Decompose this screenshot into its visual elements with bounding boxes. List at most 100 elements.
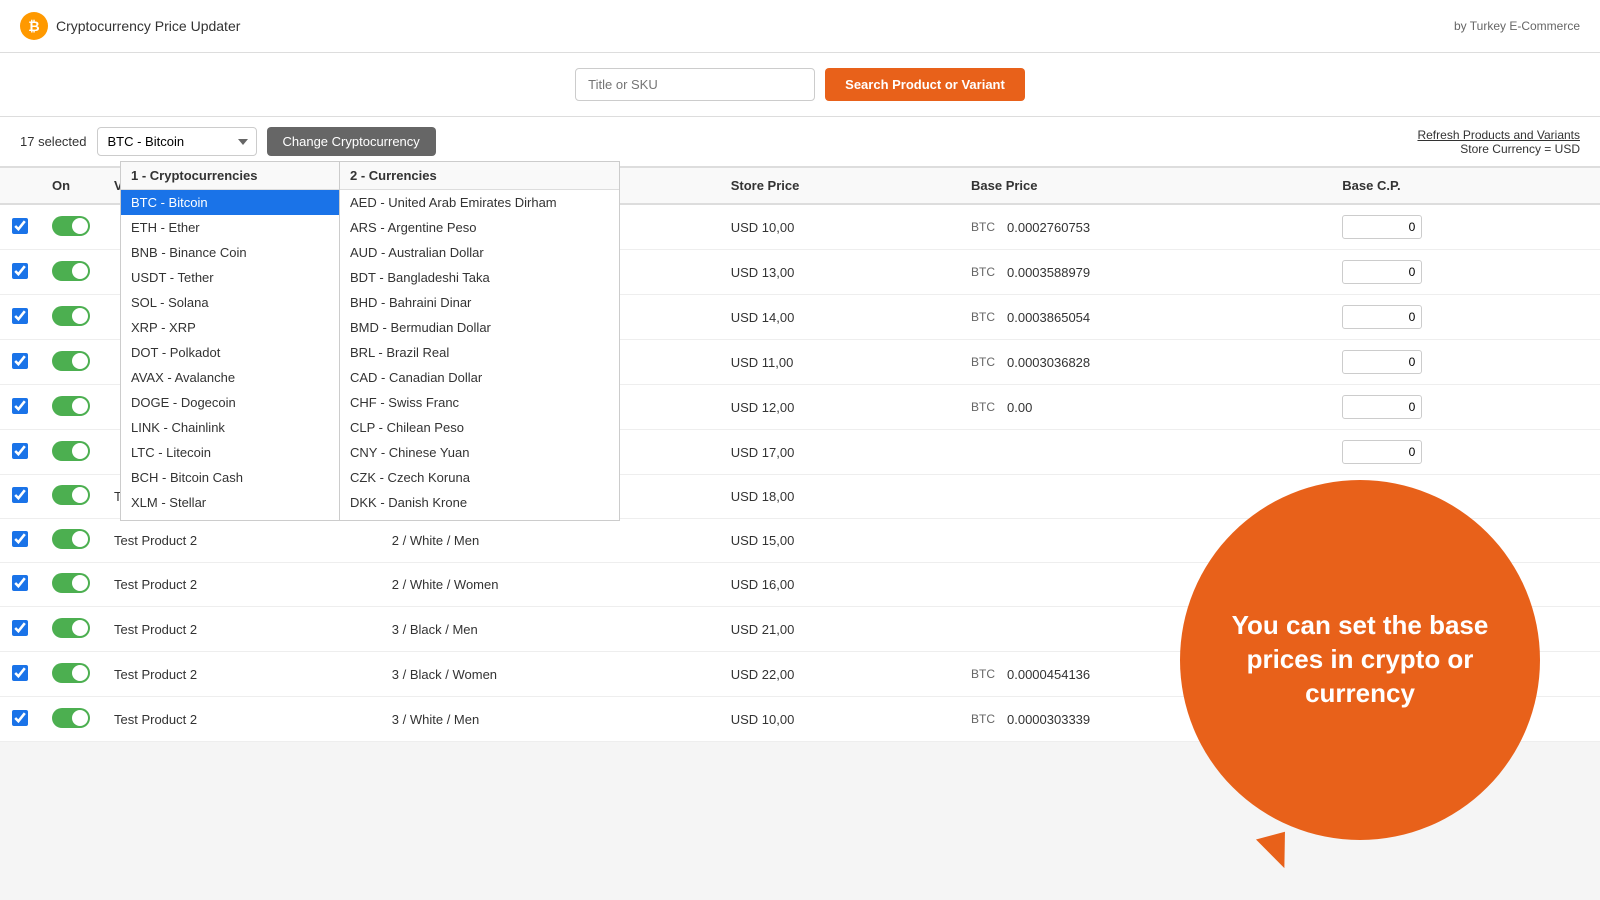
row-base-cp[interactable] [1330, 250, 1600, 295]
refresh-link[interactable]: Refresh Products and Variants [1417, 128, 1580, 142]
row-store-price: USD 15,00 [719, 519, 959, 563]
search-button[interactable]: Search Product or Variant [825, 68, 1025, 101]
crypto-list-item[interactable]: USDT - Tether [121, 265, 339, 290]
row-base-cp-input[interactable] [1342, 395, 1422, 419]
row-toggle-cell[interactable] [40, 607, 102, 652]
crypto-list-item[interactable]: BTC - Bitcoin [121, 190, 339, 215]
row-checkbox[interactable] [12, 710, 28, 726]
row-checkbox[interactable] [12, 398, 28, 414]
row-toggle[interactable] [52, 351, 90, 371]
row-checkbox[interactable] [12, 218, 28, 234]
row-base-cp[interactable] [1330, 295, 1600, 340]
row-base-cp[interactable] [1330, 385, 1600, 430]
currency-items[interactable]: AED - United Arab Emirates DirhamARS - A… [340, 190, 619, 521]
row-checkbox[interactable] [12, 531, 28, 547]
row-toggle[interactable] [52, 708, 90, 728]
search-input[interactable] [575, 68, 815, 101]
row-checkbox-cell[interactable] [0, 563, 40, 607]
row-checkbox-cell[interactable] [0, 519, 40, 563]
row-checkbox[interactable] [12, 263, 28, 279]
crypto-dropdown-list[interactable]: 1 - Cryptocurrencies BTC - BitcoinETH - … [120, 161, 340, 521]
row-toggle[interactable] [52, 396, 90, 416]
currency-list-item[interactable]: EUR - Euro [340, 515, 619, 521]
row-checkbox[interactable] [12, 620, 28, 636]
row-checkbox-cell[interactable] [0, 475, 40, 519]
row-checkbox-cell[interactable] [0, 430, 40, 475]
row-checkbox-cell[interactable] [0, 385, 40, 430]
row-store-price: USD 13,00 [719, 250, 959, 295]
row-base-cp-input[interactable] [1342, 215, 1422, 239]
row-checkbox-cell[interactable] [0, 697, 40, 742]
crypto-select[interactable]: BTC - Bitcoin [97, 127, 257, 156]
crypto-list-item[interactable]: LTC - Litecoin [121, 440, 339, 465]
row-checkbox[interactable] [12, 443, 28, 459]
currency-list-item[interactable]: BHD - Bahraini Dinar [340, 290, 619, 315]
crypto-list-item[interactable]: DOT - Polkadot [121, 340, 339, 365]
row-base-cp[interactable] [1330, 430, 1600, 475]
row-checkbox[interactable] [12, 308, 28, 324]
crypto-list-item[interactable]: ETH - Ether [121, 215, 339, 240]
row-toggle-cell[interactable] [40, 519, 102, 563]
crypto-list-item[interactable]: BCH - Bitcoin Cash [121, 465, 339, 490]
row-checkbox-cell[interactable] [0, 295, 40, 340]
crypto-list-item[interactable]: DOGE - Dogecoin [121, 390, 339, 415]
crypto-list-item[interactable]: SOL - Solana [121, 290, 339, 315]
row-toggle-cell[interactable] [40, 295, 102, 340]
crypto-list-item[interactable]: ETC - Ethereum Classic [121, 515, 339, 521]
currency-list-item[interactable]: CLP - Chilean Peso [340, 415, 619, 440]
currency-list-item[interactable]: BMD - Bermudian Dollar [340, 315, 619, 340]
change-cryptocurrency-button[interactable]: Change Cryptocurrency [267, 127, 436, 156]
row-toggle[interactable] [52, 618, 90, 638]
row-checkbox[interactable] [12, 487, 28, 503]
currency-list-item[interactable]: CAD - Canadian Dollar [340, 365, 619, 390]
row-toggle-cell[interactable] [40, 563, 102, 607]
row-toggle[interactable] [52, 573, 90, 593]
crypto-items[interactable]: BTC - BitcoinETH - EtherBNB - Binance Co… [121, 190, 339, 521]
row-checkbox[interactable] [12, 575, 28, 591]
row-toggle-cell[interactable] [40, 430, 102, 475]
row-toggle-cell[interactable] [40, 385, 102, 430]
row-toggle-cell[interactable] [40, 204, 102, 250]
row-checkbox-cell[interactable] [0, 652, 40, 697]
crypto-list-item[interactable]: AVAX - Avalanche [121, 365, 339, 390]
row-toggle-cell[interactable] [40, 340, 102, 385]
row-checkbox[interactable] [12, 353, 28, 369]
crypto-list-item[interactable]: XLM - Stellar [121, 490, 339, 515]
crypto-list-item[interactable]: BNB - Binance Coin [121, 240, 339, 265]
currency-list-item[interactable]: CHF - Swiss Franc [340, 390, 619, 415]
row-checkbox-cell[interactable] [0, 607, 40, 652]
currency-list-item[interactable]: BRL - Brazil Real [340, 340, 619, 365]
row-checkbox-cell[interactable] [0, 250, 40, 295]
row-base-cp-input[interactable] [1342, 260, 1422, 284]
row-toggle-cell[interactable] [40, 652, 102, 697]
crypto-list-item[interactable]: XRP - XRP [121, 315, 339, 340]
row-toggle[interactable] [52, 306, 90, 326]
currency-list-item[interactable]: CZK - Czech Koruna [340, 465, 619, 490]
currency-list-item[interactable]: BDT - Bangladeshi Taka [340, 265, 619, 290]
row-toggle-cell[interactable] [40, 475, 102, 519]
row-checkbox-cell[interactable] [0, 340, 40, 385]
currency-list-item[interactable]: CNY - Chinese Yuan [340, 440, 619, 465]
row-base-cp-input[interactable] [1342, 305, 1422, 329]
currency-dropdown-list[interactable]: 2 - Currencies AED - United Arab Emirate… [340, 161, 620, 521]
row-toggle[interactable] [52, 663, 90, 683]
crypto-list-item[interactable]: LINK - Chainlink [121, 415, 339, 440]
row-toggle[interactable] [52, 216, 90, 236]
row-base-cp[interactable] [1330, 340, 1600, 385]
row-toggle[interactable] [52, 261, 90, 281]
row-checkbox[interactable] [12, 665, 28, 681]
info-bubble: You can set the base prices in crypto or… [1180, 480, 1540, 840]
row-toggle[interactable] [52, 485, 90, 505]
currency-list-item[interactable]: DKK - Danish Krone [340, 490, 619, 515]
row-toggle-cell[interactable] [40, 250, 102, 295]
currency-list-item[interactable]: AUD - Australian Dollar [340, 240, 619, 265]
row-toggle[interactable] [52, 441, 90, 461]
currency-list-item[interactable]: ARS - Argentine Peso [340, 215, 619, 240]
row-toggle[interactable] [52, 529, 90, 549]
row-checkbox-cell[interactable] [0, 204, 40, 250]
currency-list-item[interactable]: AED - United Arab Emirates Dirham [340, 190, 619, 215]
row-base-cp-input[interactable] [1342, 440, 1422, 464]
row-base-cp[interactable] [1330, 204, 1600, 250]
row-toggle-cell[interactable] [40, 697, 102, 742]
row-base-cp-input[interactable] [1342, 350, 1422, 374]
